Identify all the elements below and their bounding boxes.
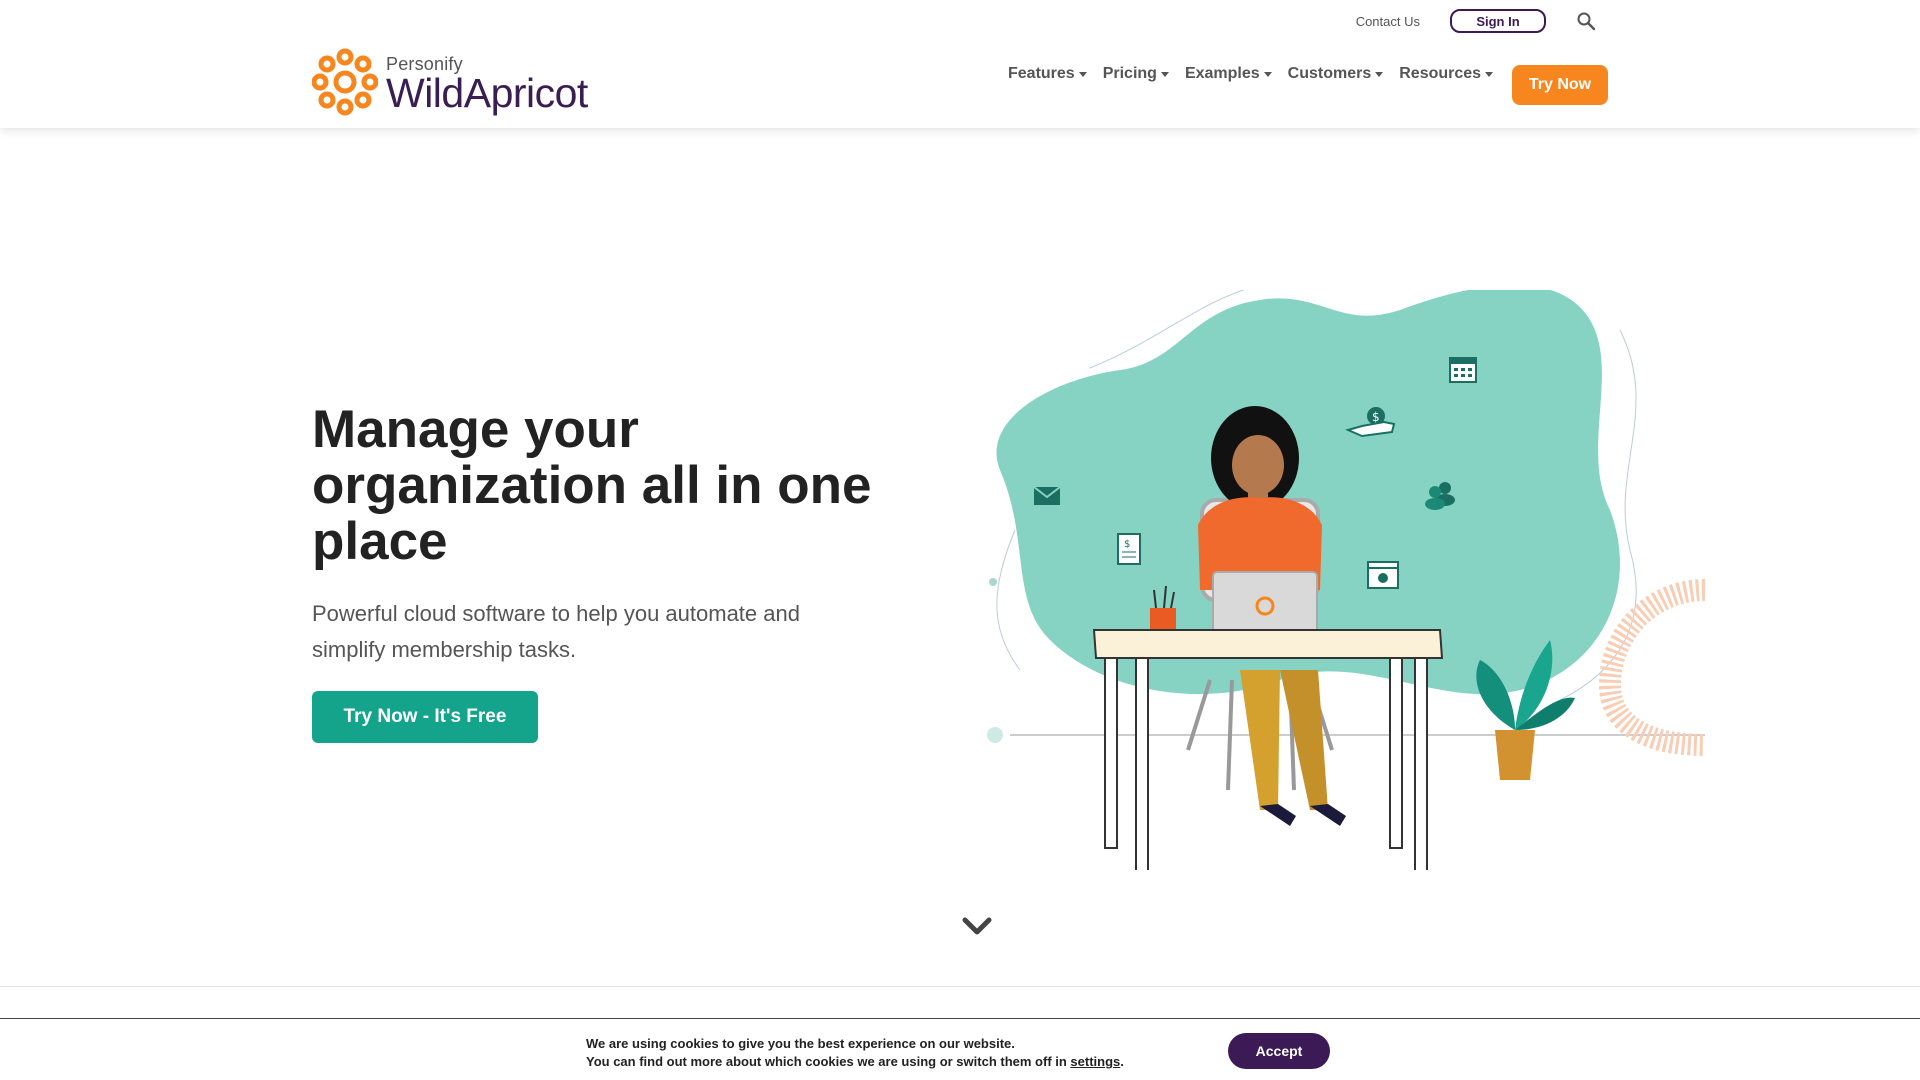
header-try-now-button[interactable]: Try Now: [1512, 65, 1608, 105]
hero-illustration: $ $: [987, 290, 1706, 870]
section-divider: [0, 986, 1920, 987]
striped-arc-decor: [1598, 579, 1706, 756]
cookie-line-2-text: You can find out more about which cookie…: [586, 1054, 1071, 1069]
caret-down-icon: [1078, 71, 1087, 77]
email-icon: [1033, 486, 1061, 505]
search-icon[interactable]: [1576, 11, 1596, 31]
main-nav: Features Pricing Examples Customers Reso…: [1008, 65, 1509, 83]
caret-down-icon: [1263, 71, 1272, 77]
nav-pricing-label: Pricing: [1102, 65, 1157, 82]
try-now-free-button[interactable]: Try Now - It's Free: [312, 691, 538, 743]
logo-text: Personify WildApricot: [386, 54, 588, 115]
caret-down-icon: [1485, 71, 1494, 77]
nav-examples[interactable]: Examples: [1185, 65, 1272, 83]
wildapricot-logo[interactable]: Personify WildApricot: [312, 48, 588, 116]
accept-cookies-button[interactable]: Accept: [1228, 1033, 1330, 1069]
cookie-line-1: We are using cookies to give you the bes…: [586, 1036, 1015, 1051]
nav-resources-label: Resources: [1399, 65, 1482, 82]
cookie-message: We are using cookies to give you the bes…: [586, 1035, 1124, 1071]
svg-text:$: $: [1124, 539, 1130, 550]
invoice-icon: $: [1117, 533, 1141, 565]
hero-title: Manage your organization all in one plac…: [312, 400, 872, 571]
nav-features-label: Features: [1008, 65, 1075, 82]
outline-curve: [996, 529, 1021, 671]
calendar-icon: [1449, 357, 1477, 383]
cookie-line-2-suffix: .: [1120, 1054, 1124, 1069]
decor-dot: [989, 578, 997, 586]
sign-in-button[interactable]: Sign In: [1450, 9, 1546, 33]
decor-dot: [987, 727, 1003, 743]
apricot-flower-icon: [312, 48, 378, 116]
nav-customers-label: Customers: [1287, 65, 1372, 82]
cookie-line-2: You can find out more about which cookie…: [586, 1053, 1124, 1071]
site-header: Contact Us Sign In Personify WildApricot…: [0, 0, 1920, 128]
cookie-consent-bar: We are using cookies to give you the bes…: [0, 1018, 1920, 1080]
cookie-settings-link[interactable]: settings: [1070, 1054, 1120, 1069]
scroll-down-chevron-icon[interactable]: [962, 916, 992, 938]
nav-customers[interactable]: Customers: [1288, 65, 1384, 83]
nav-examples-label: Examples: [1184, 65, 1260, 82]
contact-us-link[interactable]: Contact Us: [1356, 14, 1420, 29]
caret-down-icon: [1160, 71, 1169, 77]
svg-text:$: $: [1372, 410, 1380, 424]
settings-window-icon: [1367, 561, 1399, 589]
nav-pricing[interactable]: Pricing: [1103, 65, 1169, 83]
hero-subtitle: Powerful cloud software to help you auto…: [312, 601, 800, 662]
nav-features[interactable]: Features: [1008, 65, 1087, 83]
nav-resources[interactable]: Resources: [1399, 65, 1494, 83]
caret-down-icon: [1375, 71, 1384, 77]
logo-wordmark: WildApricot: [386, 69, 588, 116]
top-utility-bar: Contact Us Sign In: [1356, 8, 1596, 34]
